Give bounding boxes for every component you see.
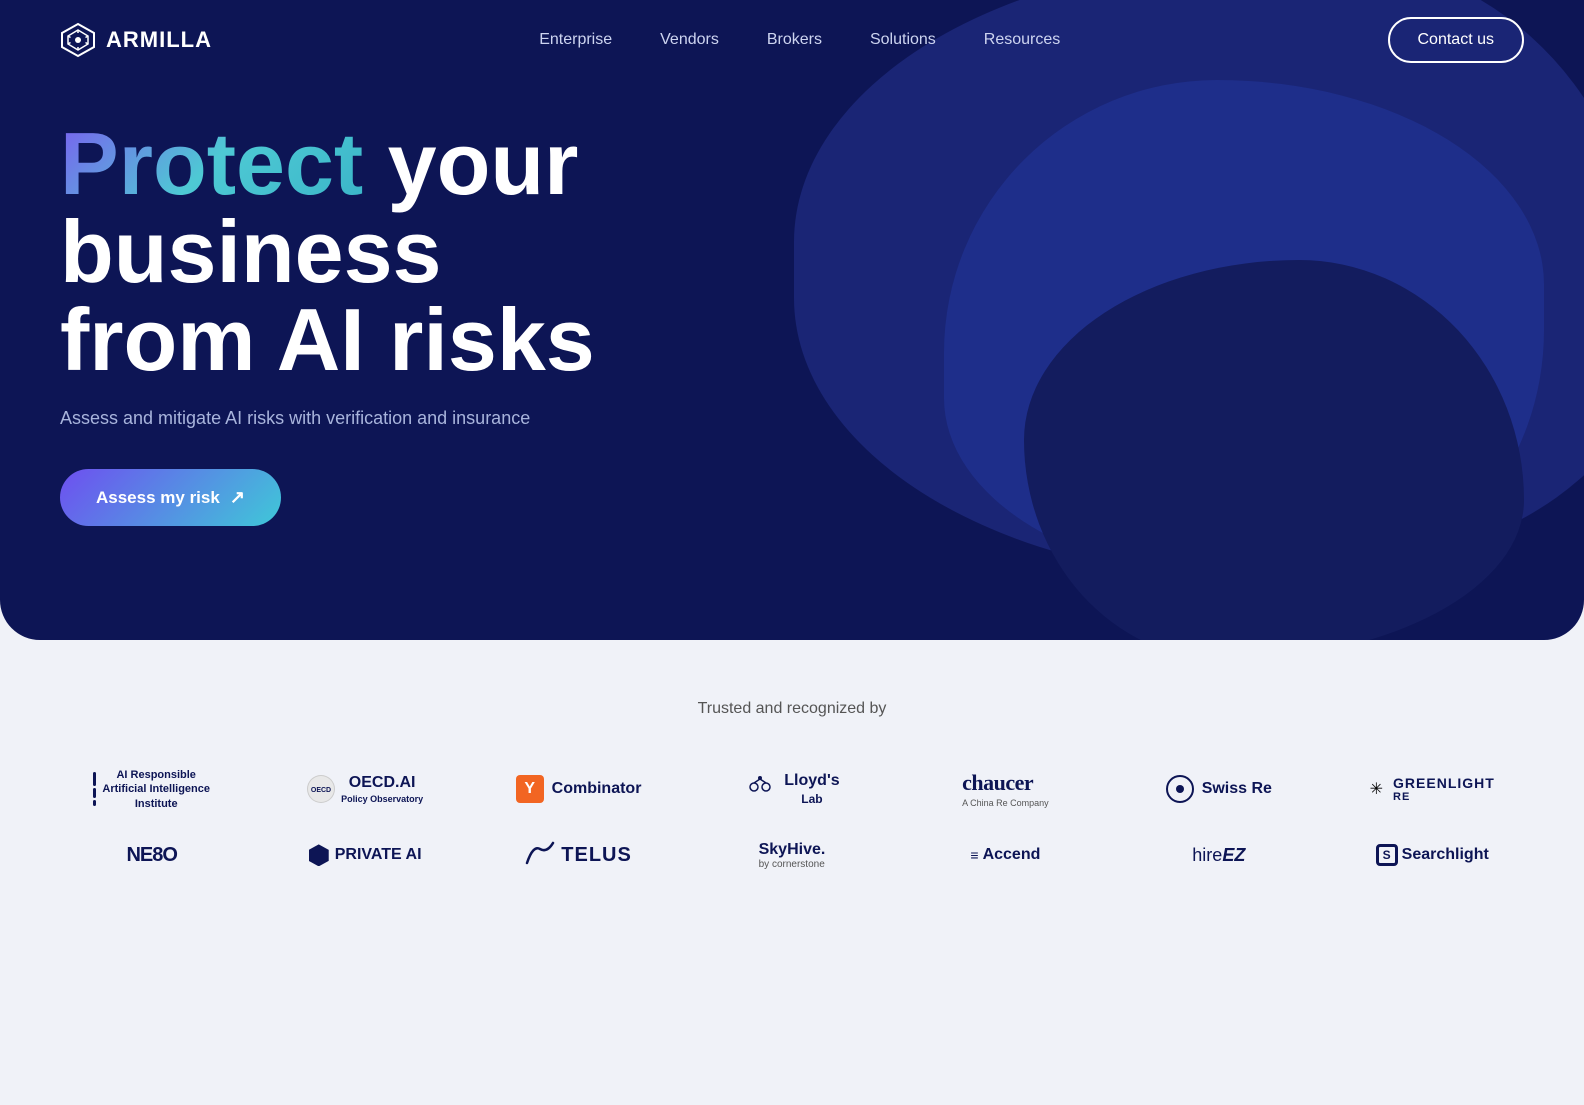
logo[interactable]: ARMILLA [60, 22, 212, 58]
trusted-title: Trusted and recognized by [60, 700, 1524, 718]
hero-title-line3: from AI risks [60, 290, 595, 389]
swissre-label: Swiss Re [1202, 779, 1272, 800]
svg-text:OECD: OECD [311, 787, 331, 794]
logo-greenlight: ✳ GREENLIGHT RE [1341, 775, 1524, 803]
greenlight-label: GREENLIGHT [1393, 775, 1495, 791]
accend-icon: ≡ [970, 847, 978, 863]
rai-label: AI ResponsibleArtificial IntelligenceIns… [102, 768, 210, 811]
contact-us-button[interactable]: Contact us [1388, 17, 1524, 63]
navbar: ARMILLA Enterprise Vendors Brokers Solut… [0, 0, 1584, 80]
oecd-label: OECD.AI [341, 773, 423, 794]
logo-one80: NE8O [60, 844, 243, 867]
logo-icon [60, 22, 96, 58]
nav-links: Enterprise Vendors Brokers Solutions Res… [539, 31, 1060, 49]
logo-lloyds: Lloyd's Lab [700, 771, 883, 808]
greenlight-icon: ✳ [1370, 779, 1383, 799]
logos-row-1: AI ResponsibleArtificial IntelligenceIns… [60, 768, 1524, 811]
logo-privateai: PRIVATE AI [273, 844, 456, 866]
chaucer-sub: A China Re Company [962, 798, 1049, 808]
nav-item-brokers[interactable]: Brokers [767, 31, 822, 49]
searchlight-label: Searchlight [1402, 845, 1489, 866]
hero-content: Protect your business from AI risks Asse… [0, 0, 680, 586]
chaucer-label: chaucer [962, 770, 1049, 796]
hero-title-line2: business [60, 202, 441, 301]
hero-section: ARMILLA Enterprise Vendors Brokers Solut… [0, 0, 1584, 640]
privateai-label: PRIVATE AI [335, 845, 422, 866]
logo-telus: TELUS [487, 841, 670, 870]
nav-item-resources[interactable]: Resources [984, 31, 1060, 49]
telus-label: TELUS [561, 842, 632, 868]
lloyds-icon [744, 771, 776, 808]
logo-swissre: Swiss Re [1127, 775, 1310, 803]
cta-arrow-icon: ↗ [230, 487, 245, 508]
logo-ycombinator: Y Combinator [487, 775, 670, 803]
swissre-icon [1166, 775, 1194, 803]
blob-secondary [944, 80, 1544, 580]
one80-label: NE8O [126, 844, 176, 867]
skyhive-sub: by cornerstone [759, 859, 826, 870]
cta-label: Assess my risk [96, 488, 220, 508]
nav-item-vendors[interactable]: Vendors [660, 31, 719, 49]
trusted-section: Trusted and recognized by AI Responsible… [0, 640, 1584, 940]
assess-risk-button[interactable]: Assess my risk ↗ [60, 469, 281, 526]
logo-accend: ≡ Accend [914, 845, 1097, 866]
hero-subtitle: Assess and mitigate AI risks with verifi… [60, 408, 620, 429]
telus-icon [525, 841, 555, 870]
rai-icon [93, 772, 96, 806]
ycomb-label: Combinator [552, 779, 642, 800]
logo-skyhive: SkyHive. by cornerstone [700, 841, 883, 870]
logo-chaucer: chaucer A China Re Company [914, 770, 1097, 808]
nav-item-enterprise[interactable]: Enterprise [539, 31, 612, 49]
logo-oecd: OECD OECD.AI Policy Observatory [273, 773, 456, 805]
oecd-icon: OECD [307, 775, 335, 803]
lloyds-label: Lloyd's [784, 771, 839, 792]
nav-item-solutions[interactable]: Solutions [870, 31, 936, 49]
hireez-label: hireEZ [1192, 845, 1245, 866]
skyhive-label: SkyHive. [759, 841, 826, 859]
blob-main [794, 0, 1584, 580]
logo-rai: AI ResponsibleArtificial IntelligenceIns… [60, 768, 243, 811]
logo-searchlight: S Searchlight [1341, 844, 1524, 866]
hero-title-rest: your [363, 114, 578, 213]
ycomb-icon: Y [516, 775, 544, 803]
blob-dark [1024, 260, 1524, 640]
privateai-icon [309, 844, 329, 866]
hero-title-highlight: Protect [60, 114, 363, 213]
hero-title: Protect your business from AI risks [60, 120, 620, 384]
accend-label: Accend [983, 845, 1041, 866]
logo-hireez: hireEZ [1127, 845, 1310, 866]
logos-row-2: NE8O PRIVATE AI TELUS SkyHive. [60, 841, 1524, 870]
searchlight-icon: S [1376, 844, 1398, 866]
